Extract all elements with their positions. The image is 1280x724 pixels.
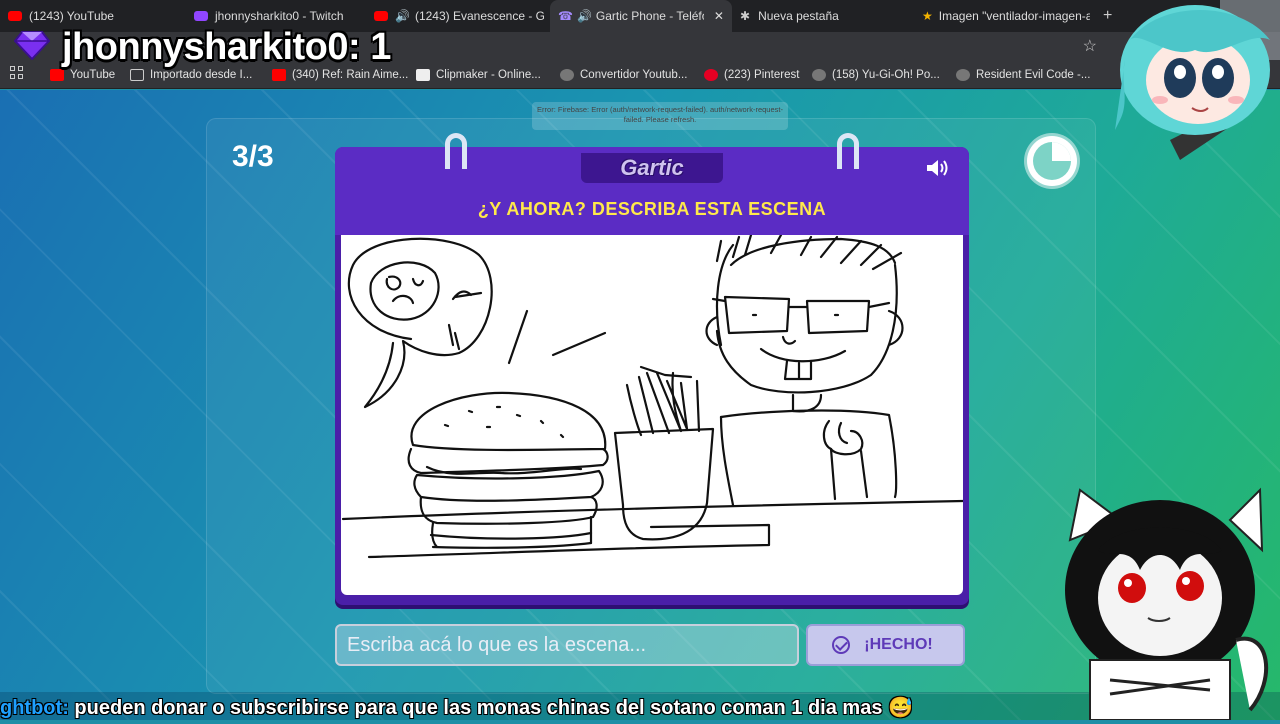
youtube-icon <box>50 69 64 81</box>
tab-gartic[interactable]: ☎ 🔊 Gartic Phone - Teléfon ✕ <box>550 0 732 32</box>
tab-title: jhonnysharkito0 - Twitch <box>215 9 344 23</box>
speaker-icon: 🔊 <box>395 9 410 23</box>
apps-grid-icon[interactable] <box>10 66 24 80</box>
youtube-icon <box>8 11 22 21</box>
binder-ring-left <box>445 133 467 169</box>
bookmark-clipmaker[interactable]: Clipmaker - Online... <box>416 62 541 88</box>
globe-icon <box>956 69 970 81</box>
bookmark-star-icon[interactable]: ☆ <box>1083 36 1097 56</box>
youtube-icon <box>374 11 388 21</box>
tab-title: Nueva pestaña <box>758 9 839 23</box>
tab-title: Imagen "ventilador-imagen-a <box>938 9 1090 23</box>
scene-description-input[interactable] <box>335 624 799 666</box>
check-icon <box>832 636 851 654</box>
youtube-icon <box>272 69 286 81</box>
tab-title: (1243) Evanescence - Goin <box>414 9 544 23</box>
tab-title: Gartic Phone - Teléfon <box>595 9 704 23</box>
chat-username: ghtbot: <box>0 697 69 719</box>
tab-title: (1243) YouTube <box>29 9 114 23</box>
drawing-canvas <box>341 235 963 595</box>
bookmark-resident-evil[interactable]: Resident Evil Code -... <box>956 62 1090 88</box>
error-toast: Error: Firebase: Error (auth/network-req… <box>532 102 788 130</box>
chat-message: pueden donar o subscribirse para que las… <box>74 697 913 719</box>
close-tab-icon[interactable]: ✕ <box>714 9 724 23</box>
globe-icon <box>812 69 826 81</box>
bookmark-pinterest[interactable]: (223) Pinterest <box>704 62 799 88</box>
globe-icon <box>560 69 574 81</box>
phone-icon: ☎ <box>558 9 573 23</box>
clip-icon <box>416 69 430 81</box>
new-tab-icon: ✱ <box>740 9 751 23</box>
avatar-black-haired-cat-girl <box>1065 487 1269 720</box>
scene-card: Gartic ¿Y AHORA? DESCRIBA ESTA ESCENA <box>335 133 969 605</box>
done-label: ¡HECHO! <box>864 636 933 653</box>
sound-icon[interactable] <box>925 157 951 179</box>
overlay-username-points: jhonnysharkito0: 1 <box>62 26 391 68</box>
scene-instruction: ¿Y AHORA? DESCRIBA ESTA ESCENA <box>477 199 827 219</box>
gem-icon <box>14 31 50 60</box>
pinterest-icon <box>704 69 718 81</box>
star-icon: ★ <box>922 9 933 23</box>
gartic-logo: Gartic <box>581 153 723 183</box>
timer-icon <box>1027 136 1077 186</box>
scene-drawing <box>341 235 963 559</box>
twitch-icon <box>194 11 208 21</box>
tab-new[interactable]: ✱ Nueva pestaña <box>740 0 910 32</box>
binder-ring-right <box>837 133 859 169</box>
round-counter: 3/3 <box>232 140 274 173</box>
bookmark-convertidor[interactable]: Convertidor Youtub... <box>560 62 687 88</box>
tab-image[interactable]: ★ Imagen "ventilador-imagen-a <box>922 0 1090 32</box>
folder-icon <box>130 69 144 81</box>
speaker-icon: 🔊 <box>576 9 592 23</box>
tab-evanescence[interactable]: 🔊 (1243) Evanescence - Goin <box>374 0 544 32</box>
avatar-teal-character <box>1115 0 1280 160</box>
done-button[interactable]: ¡HECHO! <box>806 624 965 666</box>
bookmark-yugioh[interactable]: (158) Yu-Gi-Oh! Po... <box>812 62 940 88</box>
